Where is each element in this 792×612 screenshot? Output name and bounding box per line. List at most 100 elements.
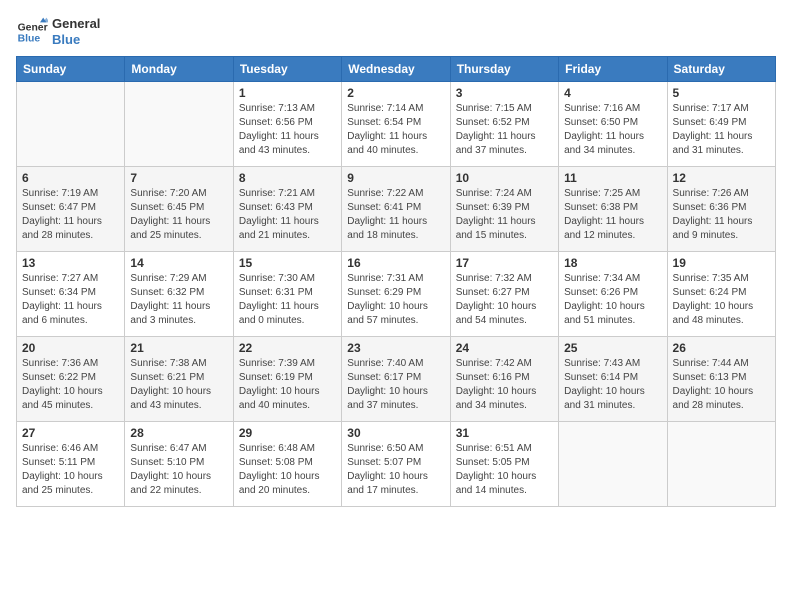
day-info: Sunrise: 6:47 AM Sunset: 5:10 PM Dayligh… bbox=[130, 442, 227, 498]
day-info: Sunrise: 6:50 AM Sunset: 5:07 PM Dayligh… bbox=[347, 442, 444, 498]
day-number: 22 bbox=[239, 341, 336, 355]
day-of-week-header: Thursday bbox=[450, 57, 558, 82]
day-number: 28 bbox=[130, 426, 227, 440]
calendar-cell: 23 Sunrise: 7:40 AM Sunset: 6:17 PM Dayli… bbox=[342, 337, 450, 422]
day-info: Sunrise: 7:13 AM Sunset: 6:56 PM Dayligh… bbox=[239, 102, 336, 158]
calendar-cell: 13 Sunrise: 7:27 AM Sunset: 6:34 PM Dayli… bbox=[17, 252, 125, 337]
day-number: 6 bbox=[22, 171, 119, 185]
day-of-week-header: Saturday bbox=[667, 57, 775, 82]
calendar-cell: 29 Sunrise: 6:48 AM Sunset: 5:08 PM Dayli… bbox=[233, 422, 341, 507]
day-of-week-header: Sunday bbox=[17, 57, 125, 82]
day-info: Sunrise: 7:40 AM Sunset: 6:17 PM Dayligh… bbox=[347, 357, 444, 413]
day-info: Sunrise: 7:31 AM Sunset: 6:29 PM Dayligh… bbox=[347, 272, 444, 328]
calendar-cell bbox=[17, 82, 125, 167]
day-info: Sunrise: 7:27 AM Sunset: 6:34 PM Dayligh… bbox=[22, 272, 119, 328]
day-number: 10 bbox=[456, 171, 553, 185]
calendar-cell: 14 Sunrise: 7:29 AM Sunset: 6:32 PM Dayli… bbox=[125, 252, 233, 337]
day-number: 27 bbox=[22, 426, 119, 440]
calendar-cell: 22Sunrise: 7:39 AM Sunset: 6:19 PM Dayli… bbox=[233, 337, 341, 422]
calendar-cell: 18 Sunrise: 7:34 AM Sunset: 6:26 PM Dayli… bbox=[559, 252, 667, 337]
logo-blue: Blue bbox=[52, 32, 100, 48]
calendar-cell: 15 Sunrise: 7:30 AM Sunset: 6:31 PM Dayli… bbox=[233, 252, 341, 337]
calendar-cell: 16 Sunrise: 7:31 AM Sunset: 6:29 PM Dayli… bbox=[342, 252, 450, 337]
calendar-cell: 10 Sunrise: 7:24 AM Sunset: 6:39 PM Dayli… bbox=[450, 167, 558, 252]
day-number: 1 bbox=[239, 86, 336, 100]
day-info: Sunrise: 7:26 AM Sunset: 6:36 PM Dayligh… bbox=[673, 187, 770, 243]
calendar-cell: 19 Sunrise: 7:35 AM Sunset: 6:24 PM Dayli… bbox=[667, 252, 775, 337]
day-of-week-header: Wednesday bbox=[342, 57, 450, 82]
day-number: 23 bbox=[347, 341, 444, 355]
day-number: 29 bbox=[239, 426, 336, 440]
day-number: 31 bbox=[456, 426, 553, 440]
day-info: Sunrise: 6:48 AM Sunset: 5:08 PM Dayligh… bbox=[239, 442, 336, 498]
day-info: Sunrise: 7:34 AM Sunset: 6:26 PM Dayligh… bbox=[564, 272, 661, 328]
day-info: Sunrise: 7:36 AM Sunset: 6:22 PM Dayligh… bbox=[22, 357, 119, 413]
day-info: Sunrise: 7:20 AM Sunset: 6:45 PM Dayligh… bbox=[130, 187, 227, 243]
day-number: 26 bbox=[673, 341, 770, 355]
day-info: Sunrise: 7:21 AM Sunset: 6:43 PM Dayligh… bbox=[239, 187, 336, 243]
calendar-cell: 27 Sunrise: 6:46 AM Sunset: 5:11 PM Dayli… bbox=[17, 422, 125, 507]
day-number: 16 bbox=[347, 256, 444, 270]
day-number: 20 bbox=[22, 341, 119, 355]
calendar-cell: 30 Sunrise: 6:50 AM Sunset: 5:07 PM Dayli… bbox=[342, 422, 450, 507]
day-number: 7 bbox=[130, 171, 227, 185]
svg-text:Blue: Blue bbox=[18, 34, 41, 45]
day-number: 15 bbox=[239, 256, 336, 270]
calendar-cell: 28 Sunrise: 6:47 AM Sunset: 5:10 PM Dayli… bbox=[125, 422, 233, 507]
day-of-week-header: Friday bbox=[559, 57, 667, 82]
calendar-cell: 2 Sunrise: 7:14 AM Sunset: 6:54 PM Daylig… bbox=[342, 82, 450, 167]
calendar-cell: 9 Sunrise: 7:22 AM Sunset: 6:41 PM Daylig… bbox=[342, 167, 450, 252]
day-number: 13 bbox=[22, 256, 119, 270]
calendar-cell: 12Sunrise: 7:26 AM Sunset: 6:36 PM Dayli… bbox=[667, 167, 775, 252]
day-info: Sunrise: 7:15 AM Sunset: 6:52 PM Dayligh… bbox=[456, 102, 553, 158]
calendar-cell: 7 Sunrise: 7:20 AM Sunset: 6:45 PM Daylig… bbox=[125, 167, 233, 252]
day-number: 14 bbox=[130, 256, 227, 270]
day-number: 19 bbox=[673, 256, 770, 270]
day-info: Sunrise: 7:30 AM Sunset: 6:31 PM Dayligh… bbox=[239, 272, 336, 328]
day-info: Sunrise: 7:42 AM Sunset: 6:16 PM Dayligh… bbox=[456, 357, 553, 413]
day-info: Sunrise: 6:51 AM Sunset: 5:05 PM Dayligh… bbox=[456, 442, 553, 498]
calendar-cell: 20 Sunrise: 7:36 AM Sunset: 6:22 PM Dayli… bbox=[17, 337, 125, 422]
day-info: Sunrise: 7:29 AM Sunset: 6:32 PM Dayligh… bbox=[130, 272, 227, 328]
day-number: 18 bbox=[564, 256, 661, 270]
day-number: 4 bbox=[564, 86, 661, 100]
calendar-cell: 3 Sunrise: 7:15 AM Sunset: 6:52 PM Daylig… bbox=[450, 82, 558, 167]
day-info: Sunrise: 7:35 AM Sunset: 6:24 PM Dayligh… bbox=[673, 272, 770, 328]
calendar-cell: 21 Sunrise: 7:38 AM Sunset: 6:21 PM Dayli… bbox=[125, 337, 233, 422]
day-info: Sunrise: 7:19 AM Sunset: 6:47 PM Dayligh… bbox=[22, 187, 119, 243]
day-number: 9 bbox=[347, 171, 444, 185]
day-info: Sunrise: 7:32 AM Sunset: 6:27 PM Dayligh… bbox=[456, 272, 553, 328]
calendar-cell: 8 Sunrise: 7:21 AM Sunset: 6:43 PM Daylig… bbox=[233, 167, 341, 252]
svg-text:General: General bbox=[18, 22, 48, 33]
day-number: 8 bbox=[239, 171, 336, 185]
calendar-cell: 6 Sunrise: 7:19 AM Sunset: 6:47 PM Daylig… bbox=[17, 167, 125, 252]
calendar-cell: 11Sunrise: 7:25 AM Sunset: 6:38 PM Dayli… bbox=[559, 167, 667, 252]
calendar-cell: 17 Sunrise: 7:32 AM Sunset: 6:27 PM Dayli… bbox=[450, 252, 558, 337]
day-number: 17 bbox=[456, 256, 553, 270]
day-of-week-header: Monday bbox=[125, 57, 233, 82]
calendar-cell bbox=[667, 422, 775, 507]
day-of-week-header: Tuesday bbox=[233, 57, 341, 82]
calendar-cell: 24Sunrise: 7:42 AM Sunset: 6:16 PM Dayli… bbox=[450, 337, 558, 422]
day-number: 30 bbox=[347, 426, 444, 440]
day-info: Sunrise: 6:46 AM Sunset: 5:11 PM Dayligh… bbox=[22, 442, 119, 498]
day-info: Sunrise: 7:14 AM Sunset: 6:54 PM Dayligh… bbox=[347, 102, 444, 158]
day-number: 25 bbox=[564, 341, 661, 355]
day-info: Sunrise: 7:43 AM Sunset: 6:14 PM Dayligh… bbox=[564, 357, 661, 413]
day-info: Sunrise: 7:38 AM Sunset: 6:21 PM Dayligh… bbox=[130, 357, 227, 413]
day-number: 21 bbox=[130, 341, 227, 355]
day-number: 2 bbox=[347, 86, 444, 100]
day-number: 3 bbox=[456, 86, 553, 100]
day-info: Sunrise: 7:25 AM Sunset: 6:38 PM Dayligh… bbox=[564, 187, 661, 243]
day-info: Sunrise: 7:16 AM Sunset: 6:50 PM Dayligh… bbox=[564, 102, 661, 158]
day-info: Sunrise: 7:22 AM Sunset: 6:41 PM Dayligh… bbox=[347, 187, 444, 243]
day-info: Sunrise: 7:17 AM Sunset: 6:49 PM Dayligh… bbox=[673, 102, 770, 158]
day-info: Sunrise: 7:44 AM Sunset: 6:13 PM Dayligh… bbox=[673, 357, 770, 413]
calendar-cell bbox=[559, 422, 667, 507]
day-info: Sunrise: 7:24 AM Sunset: 6:39 PM Dayligh… bbox=[456, 187, 553, 243]
header-section: General Blue General Blue bbox=[16, 16, 776, 48]
calendar-table: SundayMondayTuesdayWednesdayThursdayFrid… bbox=[16, 56, 776, 507]
calendar-cell: 4 Sunrise: 7:16 AM Sunset: 6:50 PM Daylig… bbox=[559, 82, 667, 167]
logo-general: General bbox=[52, 16, 100, 32]
calendar-cell: 5Sunrise: 7:17 AM Sunset: 6:49 PM Daylig… bbox=[667, 82, 775, 167]
